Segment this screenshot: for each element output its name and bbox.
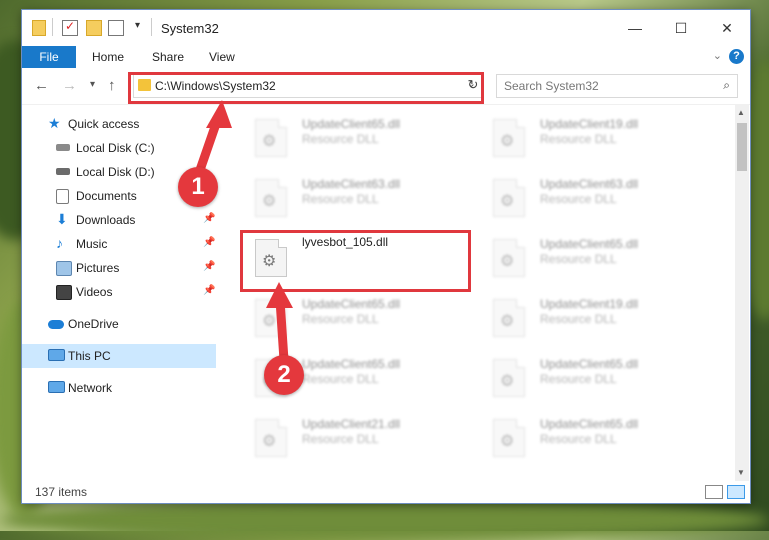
arrow-2-shaft xyxy=(275,295,289,365)
arrow-1-head xyxy=(206,100,232,128)
annotation-arrows xyxy=(195,100,293,365)
step-badge-1: 1 xyxy=(178,167,218,207)
arrow-2-head xyxy=(266,282,293,308)
step-badge-2: 2 xyxy=(264,355,304,395)
